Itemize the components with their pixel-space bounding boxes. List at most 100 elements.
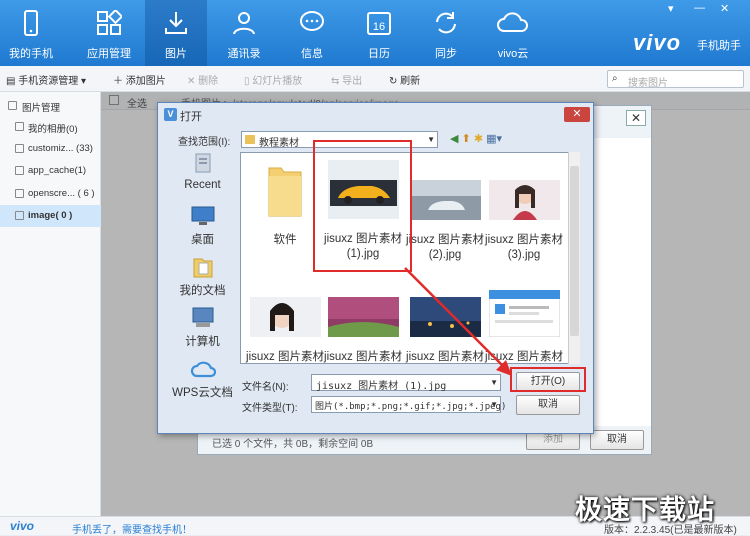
brand-logo: vivo (633, 30, 682, 55)
filename-field[interactable]: jisuxz 图片素材 (1).jpg ▼ (311, 374, 501, 392)
delete-button[interactable]: ✕ 删除 (187, 72, 218, 87)
brand-subtitle: 手机助手 (697, 40, 741, 52)
album-icon (15, 211, 24, 220)
place-desktop[interactable]: 桌面 (166, 204, 239, 247)
cloud-icon (497, 12, 528, 32)
filename-label: 文件名(N): (242, 382, 289, 393)
place-computer[interactable]: 计算机 (166, 306, 239, 349)
dialog-titlebar: V 打开 ✕ (158, 103, 593, 127)
album-icon (15, 166, 24, 175)
svg-text:16: 16 (373, 21, 385, 33)
dialog-title: 打开 (180, 111, 202, 123)
add-image-button[interactable]: ＋ 添加图片 (113, 72, 166, 87)
sidebar-head[interactable]: 图片管理 (0, 95, 101, 117)
file-item[interactable]: jisuxz 图片素材 (2).jpg (405, 180, 485, 263)
up-folder-icon[interactable]: ⬆ (462, 133, 471, 145)
nav-label: 信息 (301, 48, 323, 60)
recent-icon (195, 153, 210, 173)
phone-icon (24, 10, 38, 36)
filetype-select[interactable]: 图片(*.bmp;*.png;*.gif;*.jpg;*.jpeg) ▼ (311, 396, 506, 413)
file-item[interactable]: jisuxz 图片素材 (4).jpg (245, 297, 325, 363)
file-item[interactable]: jisuxz 图片素材 (6).jpg (405, 297, 485, 363)
slideshow-button[interactable]: ▯ 幻灯片播放 (244, 72, 302, 87)
documents-icon (193, 258, 212, 278)
nav-my-phone[interactable]: 我的手机 (0, 0, 62, 66)
sidebar-item[interactable]: 我的相册(0) (0, 116, 101, 138)
status-logo: vivo (10, 519, 35, 533)
file-item[interactable]: jisuxz 图片素材 (3).jpg (484, 180, 564, 263)
file-list-scrollbar[interactable] (568, 152, 580, 364)
menu-icon[interactable]: ▾ (668, 2, 674, 15)
folder-icon (268, 167, 302, 217)
folder-icon (245, 135, 255, 144)
computer-icon (192, 307, 213, 327)
nav-label: vivo云 (497, 48, 529, 60)
view-menu-icon[interactable]: ▦▾ (486, 133, 502, 145)
place-wps-cloud[interactable]: WPS云文档 (166, 357, 239, 400)
nav-sync[interactable]: 同步 (415, 0, 477, 66)
back-icon[interactable]: ◀ (450, 133, 458, 145)
look-in-label: 查找范围(I): (178, 137, 231, 148)
nav-images[interactable]: 图片 (145, 0, 207, 66)
image-thumbnail (488, 289, 560, 338)
album-icon (15, 122, 24, 131)
scrollbar-thumb[interactable] (570, 166, 579, 336)
find-phone-link[interactable]: 手机丢了，需要查找手机！ (72, 521, 192, 536)
nav-buttons: ◀ ⬆ ✱ ▦▾ (450, 132, 502, 145)
contacts-icon (233, 12, 255, 35)
watermark: 极速下载站 (575, 495, 715, 525)
chevron-down-icon: ▼ (490, 378, 498, 387)
resource-manager-dropdown[interactable]: ▤ 手机资源管理 ▾ (6, 72, 86, 87)
chevron-down-icon: ▼ (427, 135, 435, 144)
file-item[interactable]: jisuxz 图片素材 (7).jpg (484, 289, 564, 363)
refresh-button[interactable]: ↻ 刷新 (389, 72, 420, 87)
open-button-highlight (510, 367, 586, 392)
place-recent[interactable]: Recent (166, 152, 239, 191)
image-thumbnail (327, 297, 399, 337)
sidebar-item[interactable]: customiz... (33) (0, 138, 101, 160)
app-icon: V (164, 108, 177, 121)
cancel-button[interactable]: 取消 (516, 395, 580, 415)
download-icon (165, 12, 187, 34)
selection-status: 已选 0 个文件，共 0B，剩余空间 0B (212, 439, 374, 450)
minimize-icon[interactable]: — (694, 2, 705, 14)
desktop-icon (191, 206, 214, 225)
image-folder-icon (8, 101, 17, 110)
nav-calendar[interactable]: 16 日历 (348, 0, 410, 66)
close-icon[interactable]: ✕ (626, 110, 646, 126)
filetype-label: 文件类型(T): (242, 403, 298, 414)
apps-icon (97, 10, 122, 35)
cloud-icon (190, 361, 216, 378)
new-folder-icon[interactable]: ✱ (474, 133, 483, 145)
search-input[interactable]: ⌕ 搜索图片 (607, 70, 744, 89)
album-icon (15, 144, 24, 153)
image-thumbnail (409, 180, 481, 220)
album-icon (15, 189, 24, 198)
sync-icon (436, 12, 456, 34)
nav-contacts[interactable]: 通讯录 (213, 0, 275, 66)
search-icon: ⌕ (612, 73, 618, 84)
export-button[interactable]: ⇆ 导出 (331, 72, 362, 87)
selected-file-highlight (313, 140, 412, 272)
image-thumbnail (249, 297, 321, 337)
nav-label: 我的手机 (9, 48, 53, 60)
image-thumbnail (409, 297, 481, 337)
image-thumbnail (488, 180, 560, 220)
sidebar-item[interactable]: app_cache(1) (0, 160, 101, 182)
message-icon (300, 11, 324, 31)
close-icon[interactable]: ✕ (720, 2, 729, 15)
cancel-button[interactable]: 取消 (590, 430, 644, 450)
sidebar: 图片管理 我的相册(0) customiz... (33) app_cache(… (0, 92, 101, 516)
top-navigation-bar: 我的手机 应用管理 图片 通讯录 信息 16 日历 同步 vivo云 ▾ — ✕… (0, 0, 750, 66)
calendar-icon: 16 (367, 12, 391, 35)
nav-label: 图片 (165, 48, 187, 60)
sidebar-item-selected[interactable]: image( 0 ) (0, 205, 101, 227)
nav-vivo-cloud[interactable]: vivo云 (482, 0, 544, 66)
nav-messages[interactable]: 信息 (281, 0, 343, 66)
close-icon[interactable]: ✕ (564, 107, 590, 122)
chevron-down-icon: ▼ (490, 400, 498, 409)
file-item[interactable]: jisuxz 图片素材 (5).jpg (323, 297, 403, 363)
sidebar-item[interactable]: openscre... ( 6 ) (0, 183, 101, 205)
nav-app-manager[interactable]: 应用管理 (78, 0, 140, 66)
place-documents[interactable]: 我的文档 (166, 255, 239, 298)
